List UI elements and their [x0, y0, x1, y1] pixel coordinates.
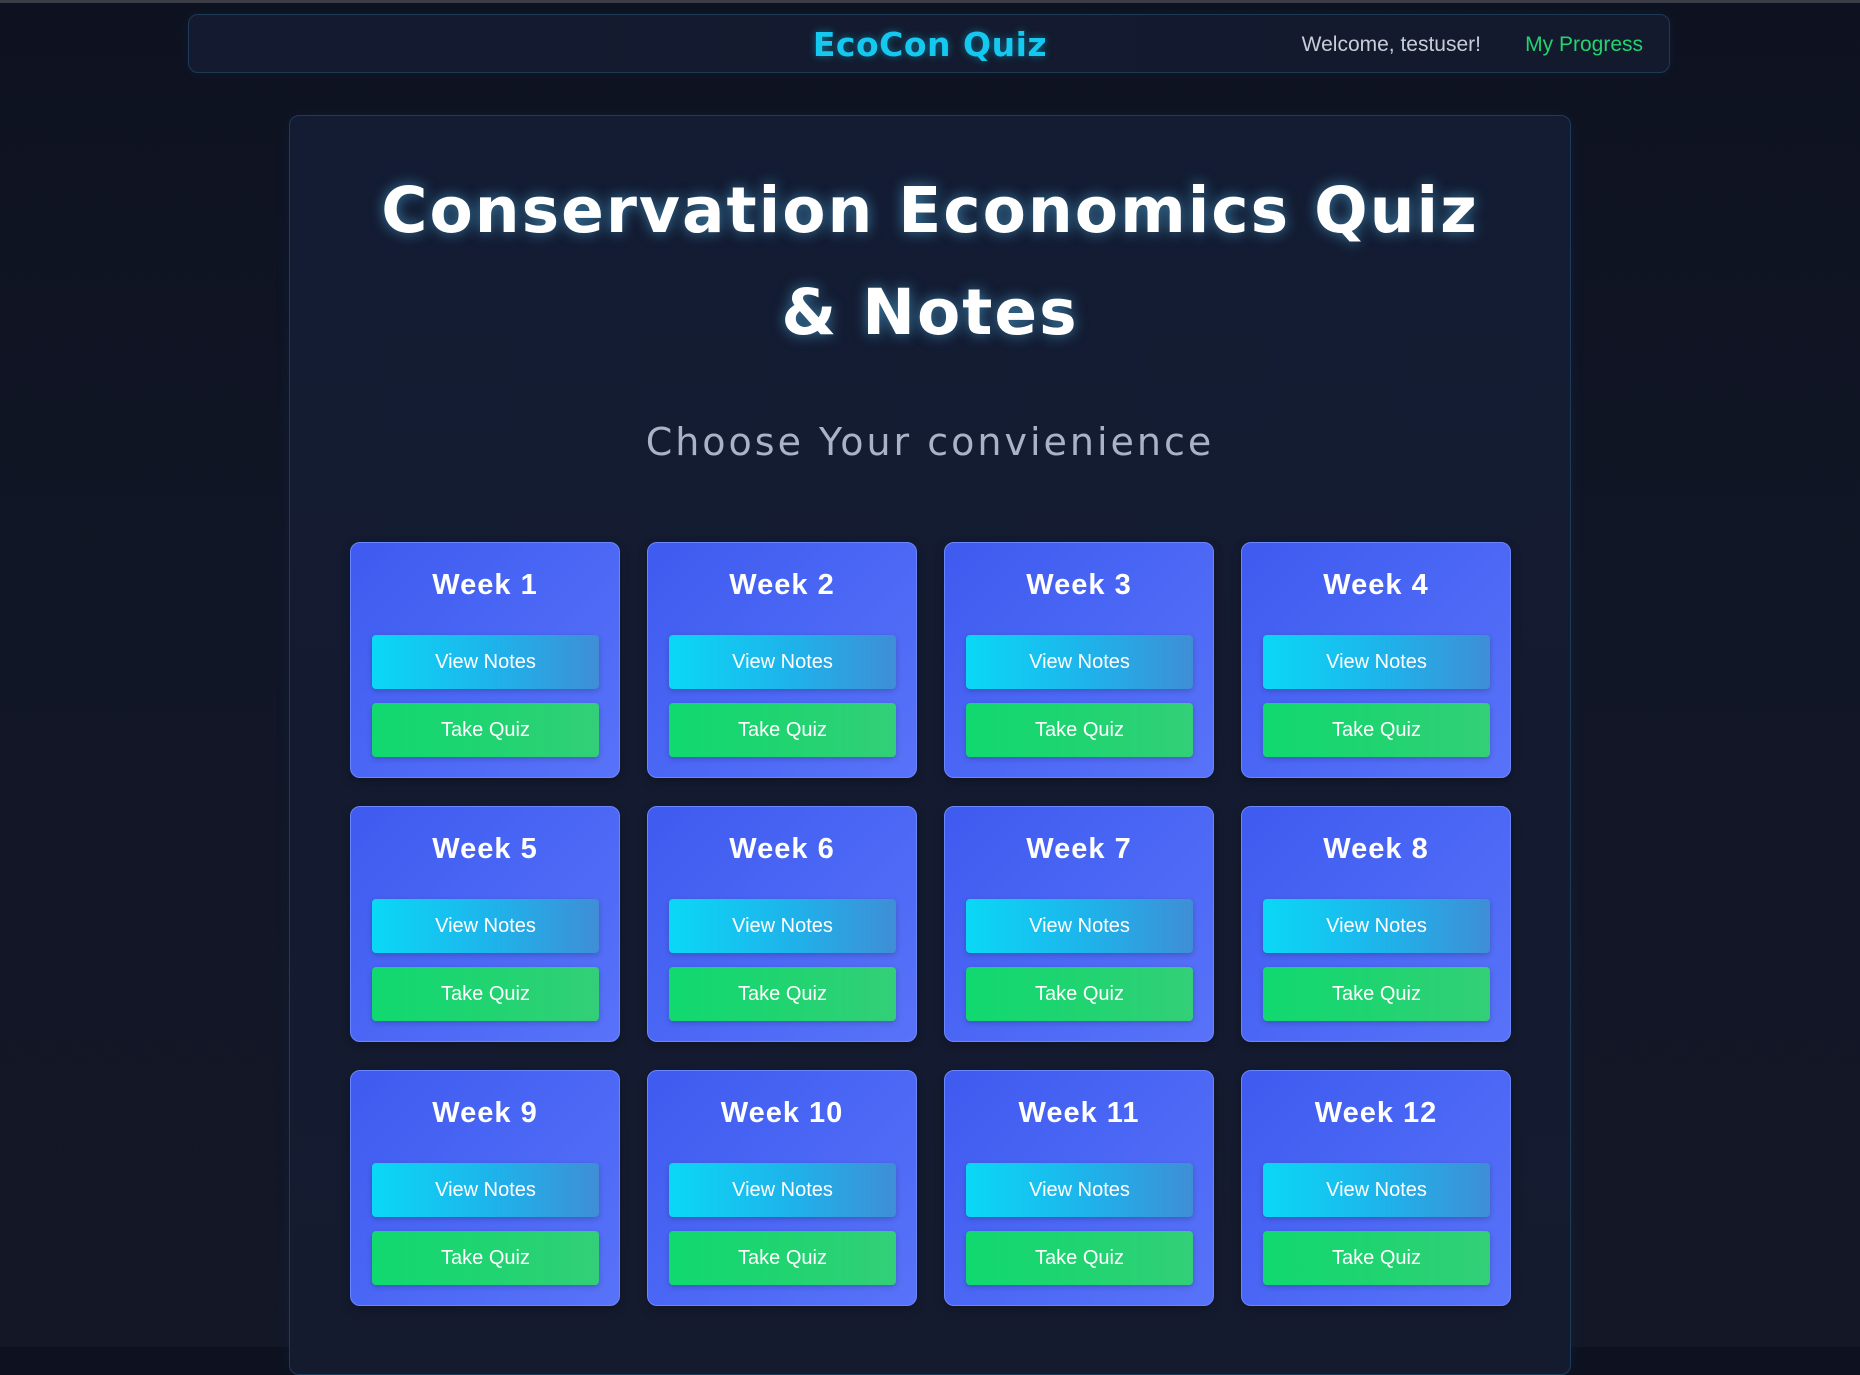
view-notes-button[interactable]: View Notes	[669, 635, 896, 689]
week-card-8: Week 8 View Notes Take Quiz	[1241, 806, 1511, 1042]
week-card-6: Week 6 View Notes Take Quiz	[647, 806, 917, 1042]
take-quiz-button[interactable]: Take Quiz	[669, 703, 896, 757]
view-notes-button[interactable]: View Notes	[1263, 1163, 1490, 1217]
week-card-12: Week 12 View Notes Take Quiz	[1241, 1070, 1511, 1306]
take-quiz-button[interactable]: Take Quiz	[1263, 1231, 1490, 1285]
take-quiz-button[interactable]: Take Quiz	[1263, 967, 1490, 1021]
welcome-message: Welcome, testuser!	[1301, 33, 1481, 56]
week-card-5: Week 5 View Notes Take Quiz	[350, 806, 620, 1042]
week-card-title: Week 1	[432, 569, 538, 601]
week-card-title: Week 8	[1323, 833, 1429, 865]
week-card-2: Week 2 View Notes Take Quiz	[647, 542, 917, 778]
view-notes-button[interactable]: View Notes	[669, 899, 896, 953]
take-quiz-button[interactable]: Take Quiz	[372, 967, 599, 1021]
take-quiz-button[interactable]: Take Quiz	[372, 703, 599, 757]
week-card-title: Week 7	[1026, 833, 1132, 865]
view-notes-button[interactable]: View Notes	[669, 1163, 896, 1217]
week-card-title: Week 3	[1026, 569, 1132, 601]
week-card-title: Week 6	[729, 833, 835, 865]
week-card-10: Week 10 View Notes Take Quiz	[647, 1070, 917, 1306]
week-card-grid: Week 1 View Notes Take Quiz Week 2 View …	[350, 542, 1512, 1306]
week-card-1: Week 1 View Notes Take Quiz	[350, 542, 620, 778]
page-title: Conservation Economics Quiz & Notes	[0, 160, 1860, 364]
page-title-line-2: & Notes	[781, 276, 1079, 349]
view-notes-button[interactable]: View Notes	[1263, 635, 1490, 689]
take-quiz-button[interactable]: Take Quiz	[966, 1231, 1193, 1285]
view-notes-button[interactable]: View Notes	[966, 635, 1193, 689]
view-notes-button[interactable]: View Notes	[372, 1163, 599, 1217]
take-quiz-button[interactable]: Take Quiz	[966, 967, 1193, 1021]
view-notes-button[interactable]: View Notes	[372, 899, 599, 953]
week-card-title: Week 9	[432, 1097, 538, 1129]
week-card-9: Week 9 View Notes Take Quiz	[350, 1070, 620, 1306]
week-card-title: Week 11	[1018, 1097, 1140, 1129]
view-notes-button[interactable]: View Notes	[966, 899, 1193, 953]
view-notes-button[interactable]: View Notes	[372, 635, 599, 689]
week-card-4: Week 4 View Notes Take Quiz	[1241, 542, 1511, 778]
week-card-7: Week 7 View Notes Take Quiz	[944, 806, 1214, 1042]
view-notes-button[interactable]: View Notes	[1263, 899, 1490, 953]
take-quiz-button[interactable]: Take Quiz	[669, 1231, 896, 1285]
week-card-title: Week 2	[729, 569, 835, 601]
take-quiz-button[interactable]: Take Quiz	[372, 1231, 599, 1285]
page-subtitle: Choose Your convienience	[645, 420, 1215, 464]
window-top-border	[0, 0, 1860, 3]
take-quiz-button[interactable]: Take Quiz	[1263, 703, 1490, 757]
week-card-title: Week 4	[1323, 569, 1429, 601]
my-progress-link[interactable]: My Progress	[1525, 15, 1643, 74]
week-card-title: Week 10	[720, 1097, 844, 1129]
week-card-title: Week 5	[432, 833, 538, 865]
page-title-line-1: Conservation Economics Quiz	[381, 174, 1479, 247]
navbar: EcoCon Quiz Welcome, testuser! My Progre…	[188, 14, 1670, 73]
take-quiz-button[interactable]: Take Quiz	[966, 703, 1193, 757]
take-quiz-button[interactable]: Take Quiz	[669, 967, 896, 1021]
week-card-11: Week 11 View Notes Take Quiz	[944, 1070, 1214, 1306]
view-notes-button[interactable]: View Notes	[966, 1163, 1193, 1217]
week-card-title: Week 12	[1314, 1097, 1438, 1129]
week-card-3: Week 3 View Notes Take Quiz	[944, 542, 1214, 778]
